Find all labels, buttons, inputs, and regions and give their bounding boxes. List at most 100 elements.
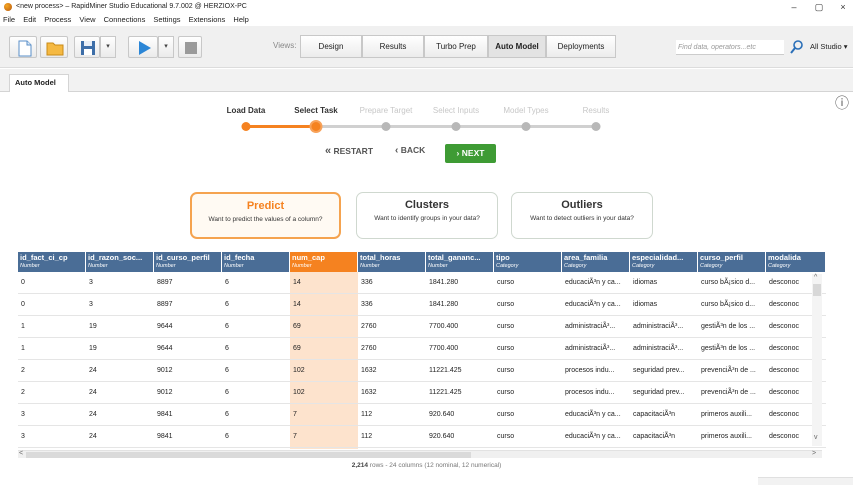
step-dot-load-data[interactable] — [241, 122, 251, 131]
table-cell: 9841 — [157, 433, 173, 440]
menu-view[interactable]: View — [79, 14, 95, 26]
horizontal-scroll-thumb[interactable] — [26, 452, 471, 458]
table-cell: 6 — [225, 367, 229, 374]
table-cell: 6 — [225, 301, 229, 308]
run-process-button[interactable] — [128, 36, 158, 58]
scroll-right-icon[interactable]: > — [812, 450, 816, 457]
restart-button[interactable]: « RESTART — [325, 145, 373, 163]
column-header[interactable]: especialidad... Category — [630, 252, 698, 272]
table-cell: 0 — [21, 279, 25, 286]
table-cell: 920.640 — [429, 433, 455, 440]
step-dot-select-task[interactable] — [309, 120, 323, 133]
new-process-button[interactable] — [9, 36, 37, 58]
menu-settings[interactable]: Settings — [153, 14, 180, 26]
save-options-dropdown[interactable]: ▾ — [100, 36, 116, 58]
run-options-dropdown[interactable]: ▾ — [158, 36, 174, 58]
table-row[interactable]: 2 24 9012 6 102 1632 11221.425 curso procesos in… — [18, 360, 826, 382]
back-label: BACK — [400, 145, 426, 155]
table-cell: 2760 — [361, 323, 377, 330]
back-button[interactable]: ‹ BACK — [395, 145, 425, 163]
view-tab-results[interactable]: Results — [362, 35, 424, 58]
table-cell: prevenciÃ³n de ... — [701, 367, 756, 374]
view-tab-design[interactable]: Design — [300, 35, 362, 58]
window-title: <new process> – RapidMiner Studio Educat… — [16, 3, 247, 10]
column-header[interactable]: total_horas Number — [358, 252, 426, 272]
table-cell: primeros auxili... — [701, 433, 752, 440]
task-card-predict[interactable]: Predict Want to predict the values of a … — [190, 192, 341, 239]
search-scope-dropdown[interactable]: All Studio ▾ — [810, 42, 848, 51]
table-cell: 7 — [290, 426, 358, 447]
horizontal-scrollbar[interactable]: < > — [18, 450, 822, 458]
table-cell: curso bÃ¡sico d... — [701, 279, 756, 286]
vertical-scroll-thumb[interactable] — [813, 284, 821, 296]
column-name: id_fecha — [224, 253, 255, 262]
column-header[interactable]: id_curso_perfil Number — [154, 252, 222, 272]
tab-auto-model[interactable]: Auto Model — [9, 74, 69, 92]
column-name: id_curso_perfil — [156, 253, 210, 262]
search-icon[interactable] — [790, 39, 804, 55]
column-header[interactable]: id_razon_soc... Number — [86, 252, 154, 272]
scroll-left-icon[interactable]: < — [19, 450, 23, 457]
column-header[interactable]: tipo Category — [494, 252, 562, 272]
table-cell: 8897 — [157, 301, 173, 308]
open-process-button[interactable] — [40, 36, 68, 58]
global-search-input[interactable]: Find data, operators...etc — [676, 40, 784, 55]
save-button[interactable] — [74, 36, 100, 58]
stop-process-button[interactable] — [178, 36, 202, 58]
table-cell: 11221.425 — [429, 389, 462, 396]
table-cell: 9012 — [157, 389, 173, 396]
menu-help[interactable]: Help — [233, 14, 248, 26]
task-card-outliers[interactable]: Outliers Want to detect outliers in your… — [511, 192, 653, 239]
vertical-scrollbar[interactable]: ^ v — [812, 274, 822, 446]
table-cell: 24 — [89, 411, 97, 418]
bottom-status-strip — [758, 477, 853, 485]
table-row[interactable]: 1 19 9644 6 69 2760 7700.400 curso administraciÃ… — [18, 316, 826, 338]
table-row[interactable]: 2 24 9012 6 102 1632 11221.425 curso procesos in… — [18, 382, 826, 404]
table-row[interactable]: 0 3 8897 6 14 336 1841.280 curso educaciÃ³n y ca… — [18, 294, 826, 316]
table-cell: idiomas — [633, 301, 658, 308]
column-name: total_horas — [360, 253, 401, 262]
column-header[interactable]: area_familia Category — [562, 252, 630, 272]
table-cell: educaciÃ³n y ca... — [565, 279, 621, 286]
table-row[interactable]: 42498396172721870.237cursomecÃ¡nica indu… — [18, 448, 826, 449]
task-desc-outliers: Want to detect outliers in your data? — [530, 215, 634, 222]
table-row[interactable]: 1 19 9644 6 69 2760 7700.400 curso administraciÃ… — [18, 338, 826, 360]
menu-file[interactable]: File — [3, 14, 15, 26]
table-cell: educaciÃ³n y ca... — [565, 433, 621, 440]
chevron-right-icon: › — [456, 148, 460, 158]
column-header[interactable]: id_fact_ci_cp Number — [18, 252, 86, 272]
close-button[interactable]: × — [833, 0, 853, 14]
menu-process[interactable]: Process — [44, 14, 71, 26]
column-header[interactable]: num_cap Number — [290, 252, 358, 272]
view-tab-deployments[interactable]: Deployments — [546, 35, 616, 58]
table-cell: 9841 — [157, 411, 173, 418]
task-card-clusters[interactable]: Clusters Want to identify groups in your… — [356, 192, 498, 239]
minimize-button[interactable]: – — [784, 0, 804, 14]
step-label-select-inputs: Select Inputs — [432, 106, 480, 115]
menu-connections[interactable]: Connections — [104, 14, 146, 26]
scroll-down-icon[interactable]: v — [814, 434, 818, 441]
view-tab-auto-model[interactable]: Auto Model — [488, 35, 546, 58]
next-button[interactable]: › NEXT — [445, 144, 496, 163]
maximize-button[interactable]: ▢ — [809, 0, 829, 14]
menu-extensions[interactable]: Extensions — [189, 14, 226, 26]
table-cell: 920.640 — [429, 411, 455, 418]
view-tab-turbo-prep[interactable]: Turbo Prep — [424, 35, 488, 58]
task-title-clusters: Clusters — [404, 199, 450, 211]
table-cell: capacitaciÃ³n — [633, 433, 676, 440]
table-row[interactable]: 3 24 9841 6 7 112 920.640 curso educaciÃ³n y ca.… — [18, 404, 826, 426]
column-header[interactable]: modalida Category — [766, 252, 826, 272]
step-dot-select-inputs — [451, 122, 461, 131]
table-row[interactable]: 3 24 9841 6 7 112 920.640 curso educaciÃ³n y ca.… — [18, 426, 826, 448]
column-header[interactable]: curso_perfil Category — [698, 252, 766, 272]
scroll-up-icon[interactable]: ^ — [814, 274, 817, 281]
menu-edit[interactable]: Edit — [23, 14, 36, 26]
column-header[interactable]: total_gananc... Number — [426, 252, 494, 272]
table-cell: 6 — [225, 323, 229, 330]
chevron-left-icon: ‹ — [395, 145, 399, 156]
table-row[interactable]: 0 3 8897 6 14 336 1841.280 curso educaciÃ³n y ca… — [18, 272, 826, 294]
column-header[interactable]: id_fecha Number — [222, 252, 290, 272]
stop-icon — [185, 42, 197, 54]
table-cell: 24 — [89, 389, 97, 396]
column-name: total_gananc... — [428, 253, 481, 262]
